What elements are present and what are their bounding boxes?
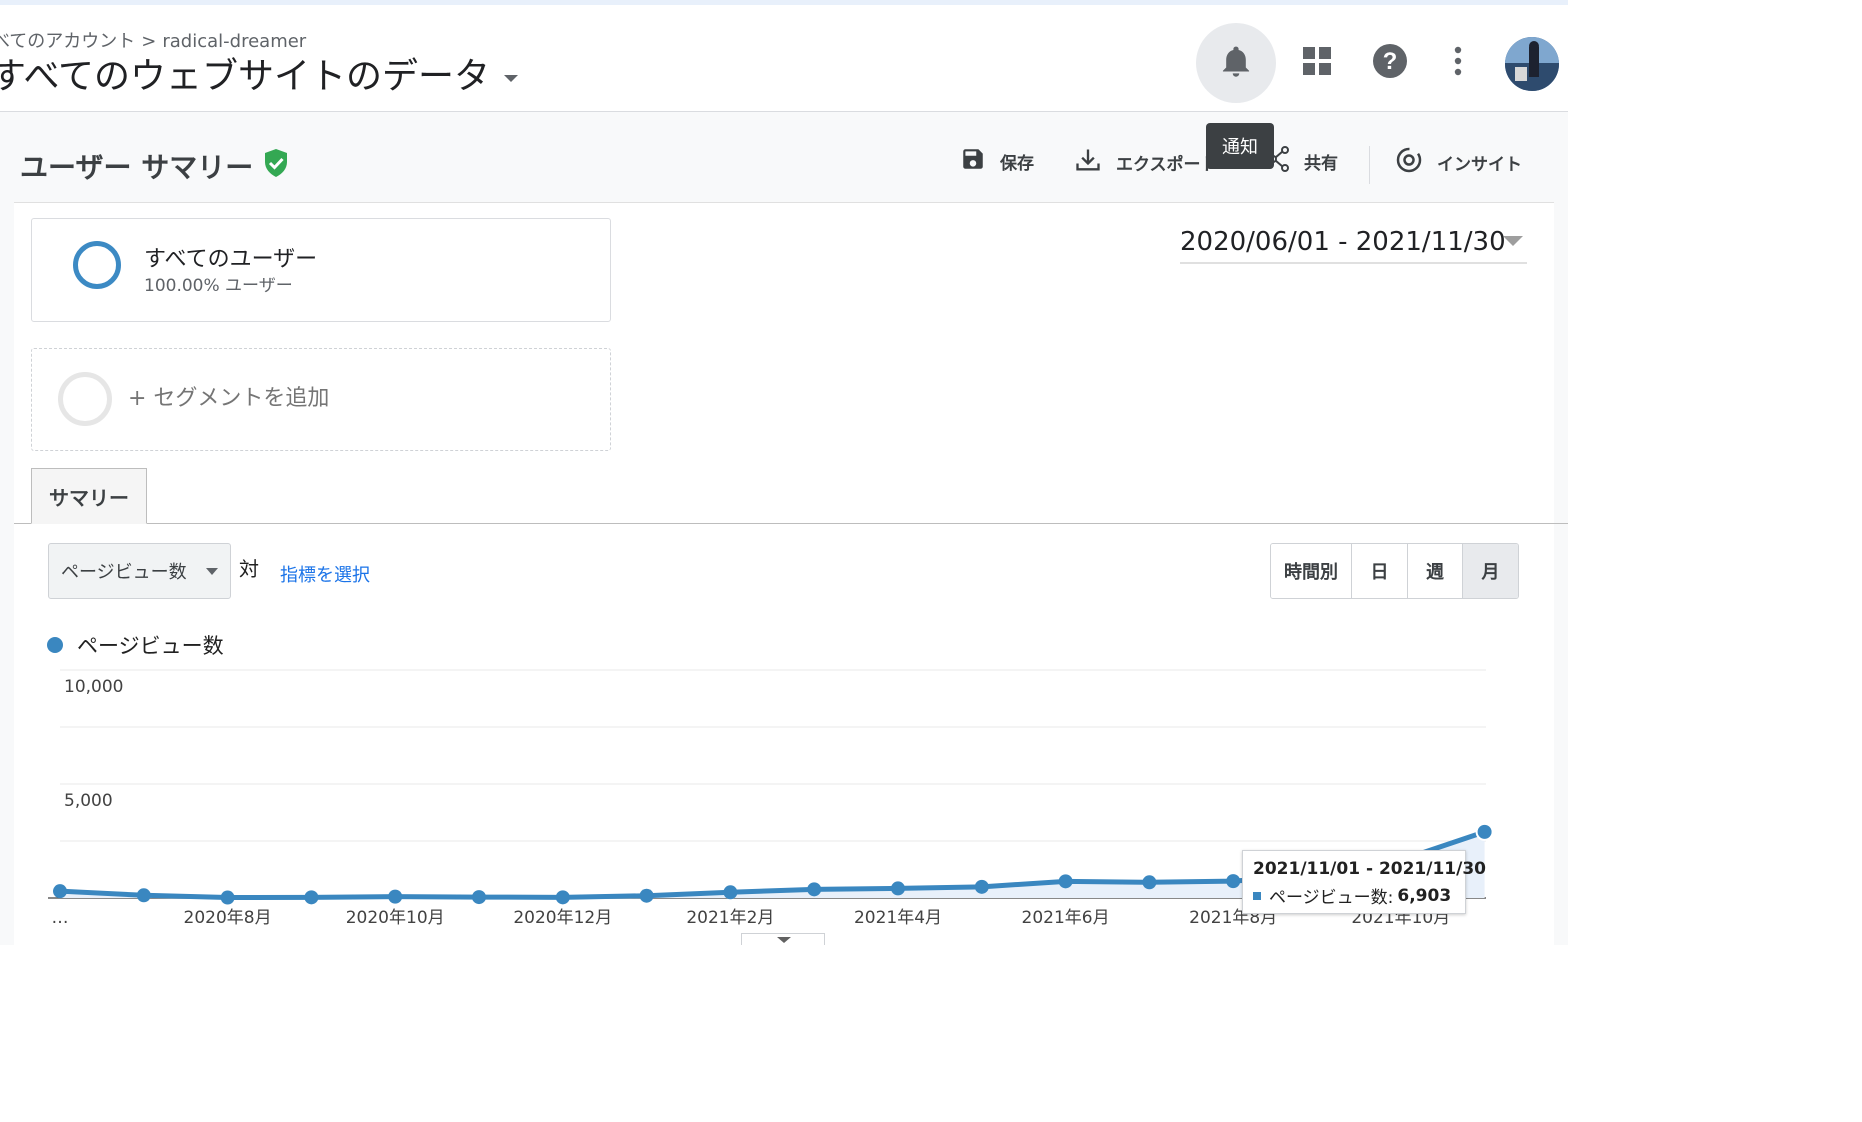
chevron-down-icon [206, 568, 218, 575]
verified-shield-icon [263, 148, 289, 185]
toolbar-divider [1369, 146, 1370, 184]
x-tick-label: 2020年10月 [346, 908, 445, 928]
export-label: エクスポート [1116, 155, 1218, 175]
notifications-tooltip: 通知 [1206, 123, 1274, 169]
data-point[interactable] [807, 882, 822, 897]
data-point[interactable] [1142, 875, 1157, 890]
share-button[interactable]: 共有 [1268, 146, 1338, 177]
help-button[interactable]: ? [1366, 39, 1414, 87]
data-point-highlight[interactable] [1475, 822, 1494, 841]
y-tick-label: 5,000 [64, 791, 113, 811]
empty-ring-icon [58, 372, 112, 426]
segment-share: 100.00% ユーザー [144, 276, 293, 296]
x-tick-label: 2021年2月 [686, 908, 774, 928]
chart-tooltip: 2021/11/01 - 2021/11/30 ページビュー数: 6,903 [1242, 850, 1486, 914]
insight-button[interactable]: インサイト [1395, 146, 1522, 179]
avatar[interactable] [1505, 37, 1559, 91]
chart-tooltip-label: ページビュー数: [1269, 888, 1394, 908]
data-point[interactable] [891, 881, 905, 896]
legend-label: ページビュー数 [77, 634, 224, 658]
date-range-text: 2020/06/01 - 2021/11/30 [1180, 227, 1506, 257]
bell-icon [1220, 44, 1252, 82]
chart-scroll-handle[interactable] [741, 933, 825, 945]
tab-divider [14, 523, 1568, 524]
apps-grid-icon [1302, 46, 1332, 80]
period-day-button[interactable]: 日 [1352, 544, 1408, 598]
apps-button[interactable] [1293, 39, 1341, 87]
period-month-button[interactable]: 月 [1463, 544, 1518, 598]
data-point[interactable] [1058, 874, 1073, 889]
chevron-down-icon [1503, 236, 1523, 246]
page-title: ユーザー サマリー [20, 151, 254, 184]
segment-name: すべてのユーザー [144, 247, 318, 272]
legend-dot [47, 637, 63, 653]
notifications-button[interactable] [1196, 23, 1276, 103]
help-icon: ? [1372, 43, 1408, 83]
data-point[interactable] [974, 879, 989, 894]
save-icon [960, 146, 986, 177]
report-header: ユーザー サマリー [20, 146, 289, 186]
save-label: 保存 [1000, 154, 1034, 174]
add-segment-label: + セグメントを追加 [128, 386, 330, 411]
data-point[interactable] [1226, 874, 1241, 889]
export-button[interactable]: エクスポート [1074, 146, 1218, 179]
view-selector[interactable]: すべてのウェブサイトのデータ [0, 47, 519, 99]
chart-legend: ページビュー数 [47, 630, 224, 660]
period-hourly-button[interactable]: 時間別 [1271, 544, 1352, 598]
period-week-button[interactable]: 週 [1408, 544, 1463, 598]
view-title: すべてのウェブサイトのデータ [0, 56, 491, 97]
more-options-button[interactable] [1436, 39, 1480, 87]
tab-summary[interactable]: サマリー [31, 468, 147, 524]
app-header: べてのアカウント > radical-dreamer すべてのウェブサイトのデータ … [0, 5, 1568, 112]
versus-label: 対 [239, 557, 259, 581]
data-point[interactable] [220, 890, 235, 905]
select-metric-link[interactable]: 指標を選択 [280, 561, 370, 587]
x-tick-label: 2021年4月 [854, 908, 942, 928]
insight-icon [1395, 146, 1423, 179]
data-point[interactable] [53, 884, 67, 899]
x-tick-label: 2020年8月 [184, 908, 272, 928]
data-point[interactable] [723, 885, 738, 900]
chart-tooltip-date: 2021/11/01 - 2021/11/30 [1253, 859, 1486, 879]
date-range-picker[interactable]: 2020/06/01 - 2021/11/30 [1180, 222, 1527, 264]
data-point[interactable] [472, 890, 486, 905]
metric-dropdown-value: ページビュー数 [61, 562, 187, 583]
more-vert-icon [1453, 46, 1463, 80]
chart-tooltip-swatch [1253, 891, 1261, 900]
x-tick-label: … [52, 908, 69, 928]
insight-label: インサイト [1437, 155, 1522, 175]
download-icon [1074, 146, 1102, 179]
data-point[interactable] [304, 890, 319, 905]
chevron-down-icon [777, 937, 791, 943]
x-tick-label: 2020年12月 [513, 908, 612, 928]
data-point[interactable] [388, 889, 403, 904]
period-toggle: 時間別 日 週 月 [1270, 543, 1519, 599]
chevron-down-icon [504, 74, 519, 82]
data-point[interactable] [136, 888, 151, 903]
save-button[interactable]: 保存 [960, 146, 1034, 177]
svg-text:?: ? [1383, 48, 1398, 75]
segment-ring-icon [73, 241, 121, 289]
x-tick-label: 2021年6月 [1022, 908, 1110, 928]
data-point[interactable] [555, 890, 570, 905]
y-tick-label: 10,000 [64, 677, 123, 697]
share-label: 共有 [1304, 154, 1338, 174]
data-point[interactable] [639, 888, 654, 903]
chart-tooltip-value: 6,903 [1397, 885, 1452, 906]
metric-dropdown[interactable]: ページビュー数 [48, 543, 231, 599]
